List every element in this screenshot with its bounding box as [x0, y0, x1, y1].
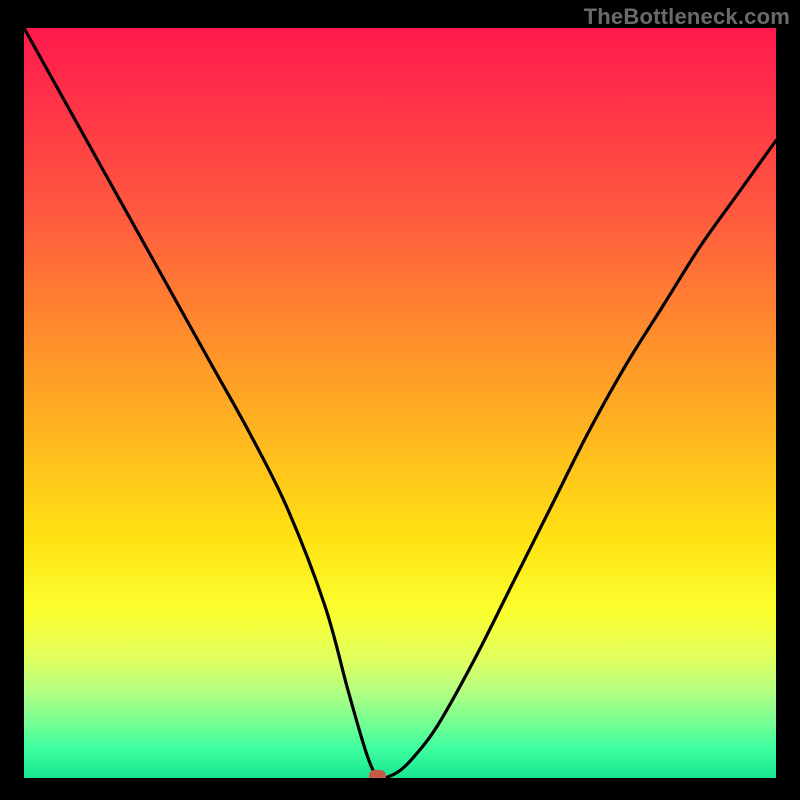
chart-frame: TheBottleneck.com: [0, 0, 800, 800]
minimum-marker: [369, 771, 385, 779]
watermark-text: TheBottleneck.com: [584, 4, 790, 30]
plot-svg: [24, 28, 776, 778]
plot-area: [24, 28, 776, 778]
bottleneck-curve: [24, 28, 776, 778]
